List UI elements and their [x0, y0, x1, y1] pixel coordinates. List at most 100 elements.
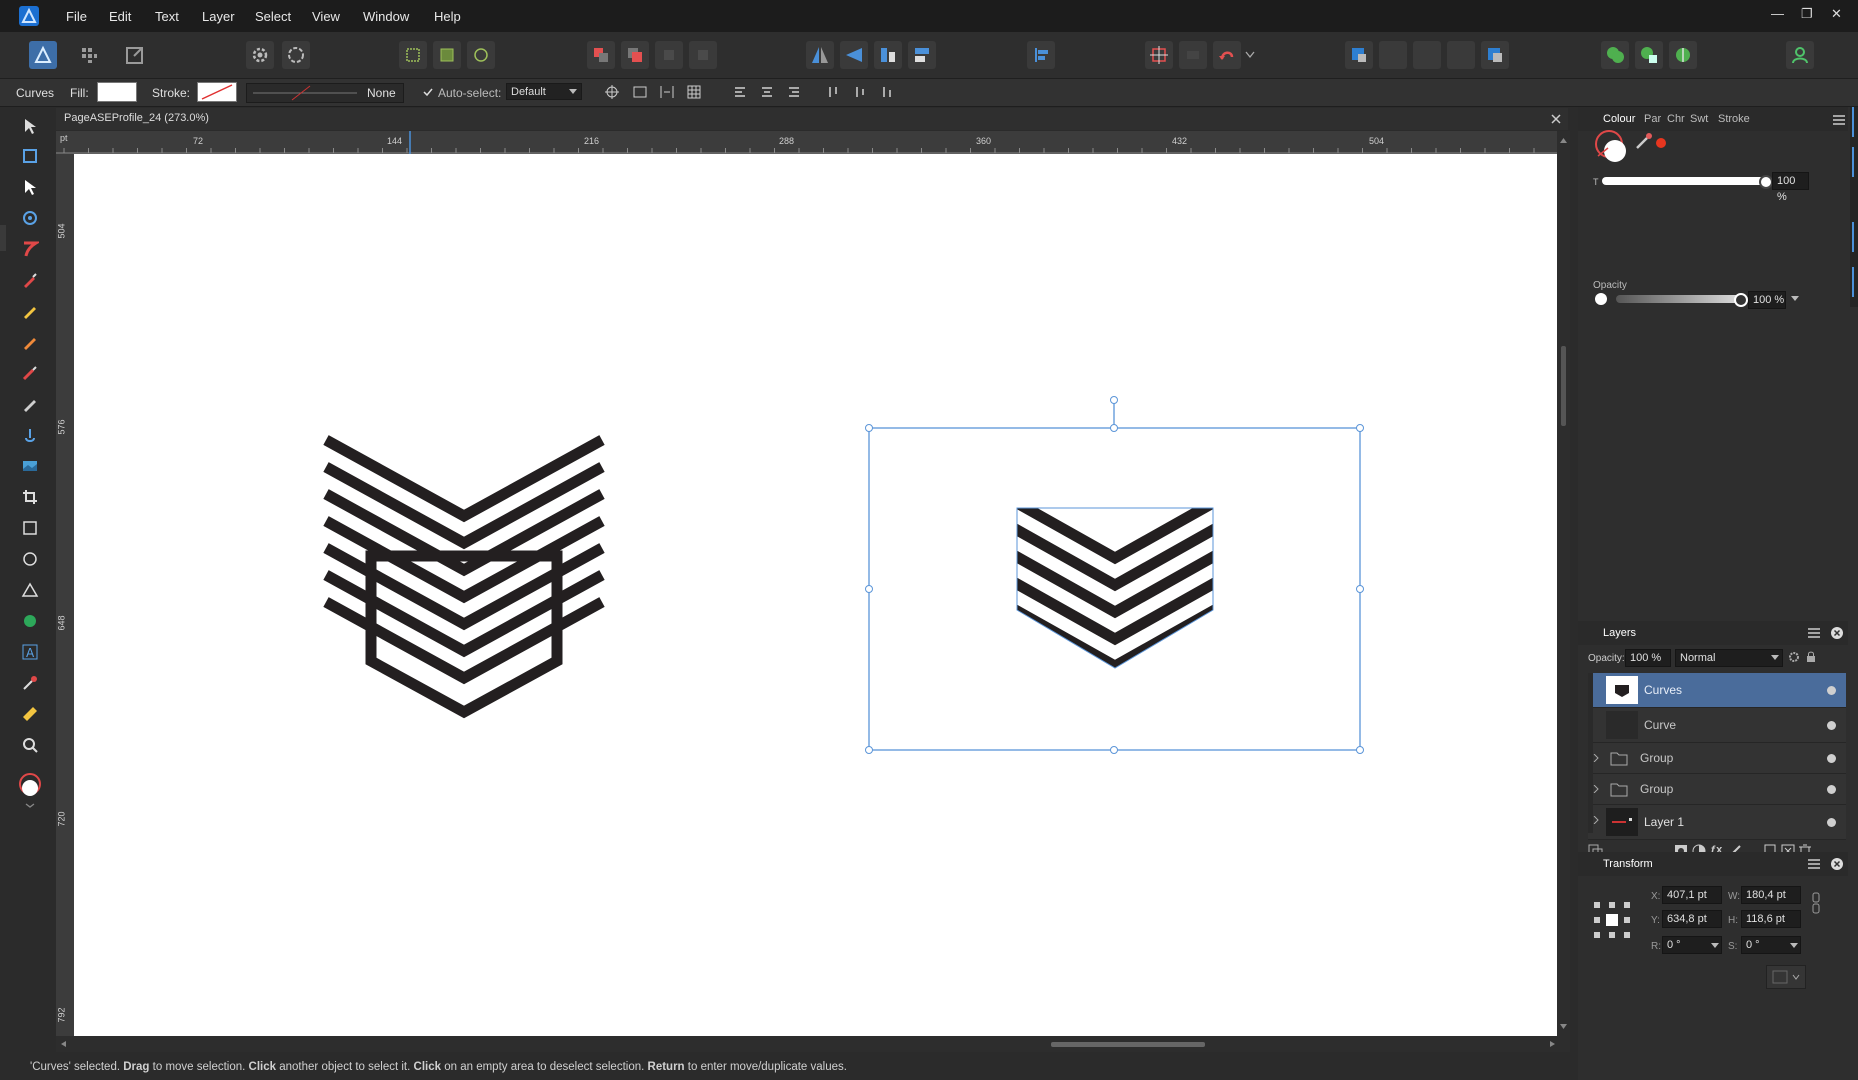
chevron-down-icon[interactable]	[1791, 296, 1799, 302]
layer-settings-gear-icon[interactable]	[1788, 651, 1800, 663]
align-bottom-button[interactable]	[879, 84, 895, 100]
align-right-button[interactable]	[786, 84, 802, 100]
shapes-tool[interactable]	[14, 606, 46, 634]
tab-swatches[interactable]: Swt	[1690, 113, 1708, 125]
layer-visibility-toggle[interactable]	[1827, 785, 1836, 794]
show-bbox-button[interactable]	[632, 84, 648, 100]
menu-file[interactable]: File	[66, 9, 87, 24]
opacity-value-field[interactable]: 100 %	[1748, 291, 1786, 309]
close-panel-icon[interactable]	[1831, 627, 1843, 639]
undo-button[interactable]	[1213, 41, 1241, 69]
account-button[interactable]	[1786, 41, 1814, 69]
transform-options-button[interactable]	[1766, 965, 1806, 989]
insert-inside-button[interactable]	[1413, 41, 1441, 69]
tab-character[interactable]: Chr	[1667, 113, 1685, 125]
layers-scroll-track[interactable]	[1588, 673, 1593, 833]
rotate-handle[interactable]	[1110, 396, 1118, 404]
resize-handle-bottom[interactable]	[1110, 746, 1118, 754]
move-back-one-button[interactable]	[621, 41, 649, 69]
rectangle-tool[interactable]	[14, 513, 46, 541]
x-position-field[interactable]: 407,1 pt	[1662, 886, 1722, 904]
menu-text[interactable]: Text	[155, 9, 179, 24]
height-field[interactable]: 118,6 pt	[1741, 910, 1801, 928]
image-tool[interactable]	[14, 451, 46, 479]
place-image-tool[interactable]	[14, 420, 46, 448]
expand-chevron-icon[interactable]	[1593, 754, 1599, 762]
resize-handle-top-right[interactable]	[1356, 424, 1364, 432]
node-tool[interactable]	[14, 172, 46, 200]
preferences-button[interactable]	[282, 41, 310, 69]
fill-stroke-color-selector[interactable]	[18, 770, 44, 810]
width-field[interactable]: 180,4 pt	[1741, 886, 1801, 904]
rotate-right-button[interactable]	[908, 41, 936, 69]
stroke-swatch[interactable]	[197, 82, 237, 102]
grid-button[interactable]	[686, 84, 702, 100]
measure-tool[interactable]	[14, 699, 46, 727]
insert-below-button[interactable]	[1481, 41, 1509, 69]
snap-grid-button[interactable]	[433, 41, 461, 69]
ellipse-tool[interactable]	[14, 544, 46, 572]
document-tab[interactable]: PageASEProfile_24 (273.0%)	[56, 108, 1568, 130]
document-setup-button[interactable]	[246, 41, 274, 69]
tint-value-field[interactable]: 100 %	[1772, 172, 1809, 203]
export-persona-button[interactable]	[121, 41, 149, 69]
vector-brush-tool[interactable]	[14, 327, 46, 355]
auto-select-checkbox[interactable]	[422, 86, 434, 98]
fill-tool[interactable]	[14, 358, 46, 386]
distribute-button[interactable]	[659, 84, 675, 100]
y-position-field[interactable]: 634,8 pt	[1662, 910, 1722, 928]
panel-menu-icon[interactable]	[1833, 115, 1845, 125]
fill-swatch[interactable]	[97, 82, 137, 102]
flip-horizontal-button[interactable]	[806, 41, 834, 69]
move-to-front-button[interactable]	[689, 41, 717, 69]
resize-handle-bottom-right[interactable]	[1356, 746, 1364, 754]
pencil-tool[interactable]	[14, 296, 46, 324]
panel-grip[interactable]	[0, 225, 6, 251]
layer-row-layer-1[interactable]: Layer 1	[1588, 805, 1846, 840]
align-center-button[interactable]	[759, 84, 775, 100]
insert-top-button[interactable]	[1379, 41, 1407, 69]
flip-vertical-button[interactable]	[840, 41, 868, 69]
align-top-button[interactable]	[825, 84, 841, 100]
close-panel-icon[interactable]	[1831, 858, 1843, 870]
snap-bounding-button[interactable]	[399, 41, 427, 69]
artboard-tool[interactable]	[14, 141, 46, 169]
align-button[interactable]	[1027, 41, 1055, 69]
tab-paragraph[interactable]: Par	[1644, 113, 1661, 125]
shield-outline-artwork[interactable]	[365, 550, 563, 719]
pixel-persona-button[interactable]	[75, 41, 103, 69]
blend-mode-dropdown[interactable]: Normal	[1675, 649, 1783, 667]
resize-handle-top[interactable]	[1110, 424, 1118, 432]
designer-persona-button[interactable]	[29, 41, 57, 69]
layer-visibility-toggle[interactable]	[1827, 721, 1836, 730]
horizontal-scrollbar[interactable]	[56, 1036, 1570, 1052]
document-canvas[interactable]	[74, 154, 1557, 1036]
expand-chevron-icon[interactable]	[1593, 816, 1599, 824]
auto-select-dropdown[interactable]: Default	[506, 83, 582, 100]
panel-menu-icon[interactable]	[1808, 859, 1820, 869]
transparency-tool[interactable]	[14, 389, 46, 417]
resize-handle-right[interactable]	[1356, 585, 1364, 593]
text-tool[interactable]: A	[14, 637, 46, 665]
close-document-icon[interactable]	[1551, 114, 1561, 124]
color-picker-tool[interactable]	[14, 668, 46, 696]
crop-tool[interactable]	[14, 482, 46, 510]
boolean-intersect-button[interactable]	[1669, 41, 1697, 69]
geometry-button[interactable]	[1179, 41, 1207, 69]
corner-tool[interactable]	[14, 234, 46, 262]
opacity-slider[interactable]	[1616, 295, 1741, 303]
minimize-button[interactable]: —	[1771, 6, 1784, 21]
layer-row-curves[interactable]: Curves	[1588, 673, 1846, 708]
menu-view[interactable]: View	[312, 9, 340, 24]
anchor-point-selector-icon[interactable]	[1594, 902, 1630, 938]
move-to-back-button[interactable]	[587, 41, 615, 69]
snap-guides-button[interactable]	[467, 41, 495, 69]
layers-opacity-field[interactable]: 100 %	[1625, 649, 1671, 667]
layer-visibility-toggle[interactable]	[1827, 818, 1836, 827]
undo-dropdown-chevron-icon[interactable]	[1245, 49, 1255, 61]
layer-row-group[interactable]: Group	[1588, 774, 1846, 805]
tint-slider-handle[interactable]	[1759, 175, 1773, 189]
move-forward-one-button[interactable]	[655, 41, 683, 69]
layer-visibility-toggle[interactable]	[1827, 754, 1836, 763]
insert-above-button[interactable]	[1447, 41, 1475, 69]
